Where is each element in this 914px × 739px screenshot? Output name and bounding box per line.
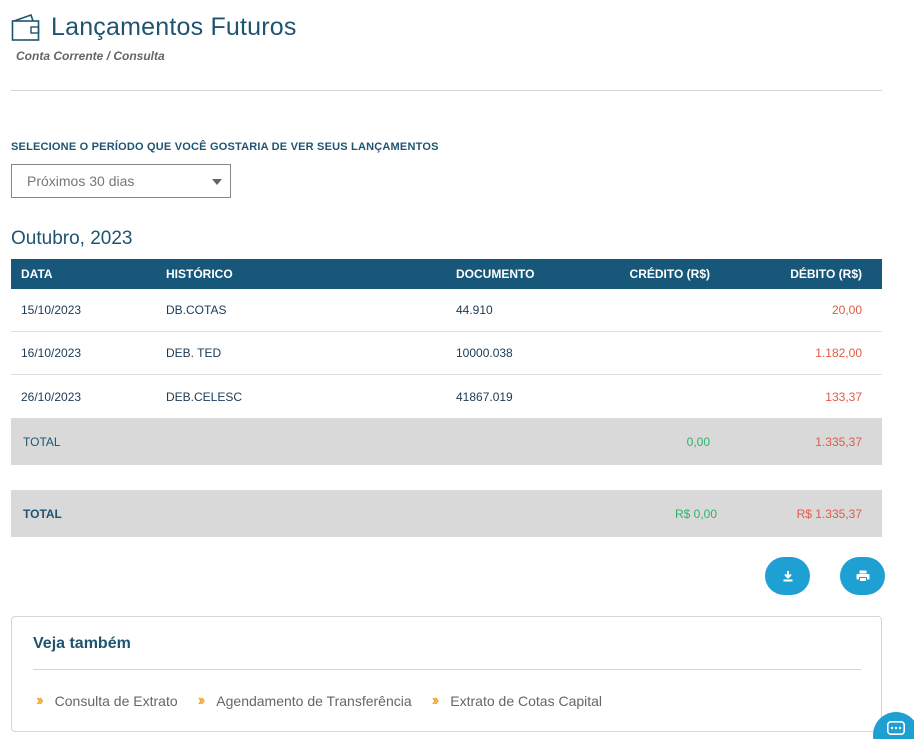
print-icon xyxy=(856,570,869,582)
breadcrumb: Conta Corrente / Consulta xyxy=(16,49,165,63)
see-also-links: ›› Consulta de Extrato ›› Agendamento de… xyxy=(36,692,622,710)
see-also-title: Veja também xyxy=(33,635,131,652)
col-data: DATA xyxy=(21,267,53,281)
period-selected-value: Próximos 30 dias xyxy=(27,173,135,189)
row-documento: 41867.019 xyxy=(456,389,513,404)
col-documento: DOCUMENTO xyxy=(456,267,535,281)
row-debito: 1.182,00 xyxy=(815,346,862,360)
caret-down-icon xyxy=(212,179,222,185)
double-chevron-right-icon: ›› xyxy=(197,692,205,709)
link-agendamento-transferencia[interactable]: ›› Agendamento de Transferência xyxy=(198,692,412,710)
chat-icon xyxy=(887,721,905,735)
table-header: DATA HISTÓRICO DOCUMENTO CRÉDITO (R$) DÉ… xyxy=(11,259,882,289)
col-debito: DÉBITO (R$) xyxy=(790,267,862,281)
month-total-row: TOTAL 0,00 1.335,37 xyxy=(11,418,882,465)
header-divider xyxy=(11,90,882,91)
row-debito: 20,00 xyxy=(831,303,862,317)
page-header: Lançamentos Futuros xyxy=(11,12,297,42)
month-total-debito: 1.335,37 xyxy=(815,434,862,449)
link-consulta-extrato[interactable]: ›› Consulta de Extrato xyxy=(36,692,178,710)
table-row: 16/10/2023 DEB. TED 10000.038 1.182,00 xyxy=(11,332,882,375)
col-historico: HISTÓRICO xyxy=(166,267,233,281)
row-historico: DEB. TED xyxy=(166,346,222,360)
row-historico: DB.COTAS xyxy=(166,303,227,317)
period-label: SELECIONE O PERÍODO QUE VOCÊ GOSTARIA DE… xyxy=(11,141,439,153)
transactions-table: DATA HISTÓRICO DOCUMENTO CRÉDITO (R$) DÉ… xyxy=(11,259,882,465)
table-row: 26/10/2023 DEB.CELESC 41867.019 133,37 xyxy=(11,375,882,418)
period-select[interactable]: Próximos 30 dias xyxy=(11,164,231,198)
row-date: 26/10/2023 xyxy=(21,389,82,404)
link-label: Agendamento de Transferência xyxy=(216,693,412,709)
row-documento: 10000.038 xyxy=(456,346,513,360)
see-also-panel: Veja também ›› Consulta de Extrato ›› Ag… xyxy=(11,616,882,732)
table-row: 15/10/2023 DB.COTAS 44.910 20,00 xyxy=(11,289,882,332)
link-extrato-cotas-capital[interactable]: ›› Extrato de Cotas Capital xyxy=(432,692,602,710)
month-total-label: TOTAL xyxy=(23,434,61,449)
month-title: Outubro, 2023 xyxy=(11,228,133,249)
print-button[interactable] xyxy=(840,557,885,595)
grand-total-debito: R$ 1.335,37 xyxy=(796,506,862,521)
see-also-divider xyxy=(33,669,861,670)
row-documento: 44.910 xyxy=(456,303,493,317)
double-chevron-right-icon: ›› xyxy=(36,692,43,709)
download-button[interactable] xyxy=(765,557,810,595)
grand-total-row: TOTAL R$ 0,00 R$ 1.335,37 xyxy=(11,490,882,537)
row-date: 16/10/2023 xyxy=(21,346,82,360)
double-chevron-right-icon: ›› xyxy=(431,692,439,709)
page-title: Lançamentos Futuros xyxy=(51,12,297,41)
wallet-icon xyxy=(11,13,40,41)
grand-total-credito: R$ 0,00 xyxy=(674,506,717,521)
link-label: Consulta de Extrato xyxy=(54,693,178,709)
col-credito: CRÉDITO (R$) xyxy=(629,267,710,281)
row-date: 15/10/2023 xyxy=(21,303,82,317)
row-historico: DEB.CELESC xyxy=(166,389,243,404)
month-total-credito: 0,00 xyxy=(686,434,710,449)
row-debito: 133,37 xyxy=(825,389,862,404)
grand-total-label: TOTAL xyxy=(23,506,62,521)
link-label: Extrato de Cotas Capital xyxy=(450,693,603,709)
download-icon xyxy=(783,571,792,582)
